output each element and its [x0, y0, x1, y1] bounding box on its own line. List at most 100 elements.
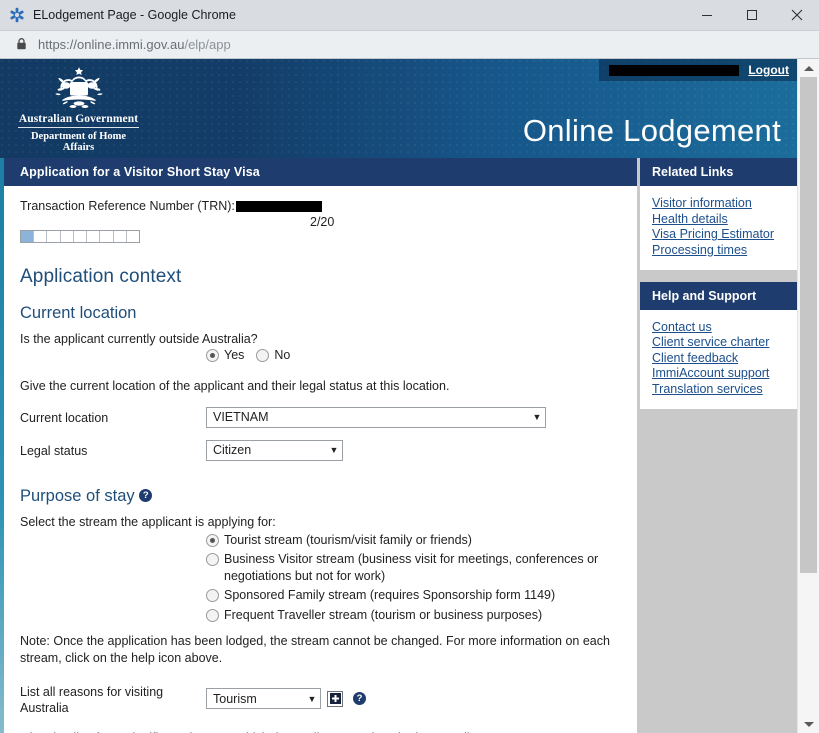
progress-segment — [34, 231, 48, 242]
progress-row: 2/20 — [20, 215, 621, 244]
chevron-down-icon: ▼ — [532, 412, 542, 423]
window-title: ELodgement Page - Google Chrome — [33, 8, 236, 22]
radio-yes[interactable] — [206, 348, 219, 362]
page-scrollbar[interactable] — [797, 59, 819, 733]
radio-tourist-stream[interactable] — [206, 533, 219, 547]
panel-spacer — [637, 270, 797, 282]
sidebar-link-client-service-charter[interactable]: Client service charter — [652, 335, 797, 350]
progress-segment — [47, 231, 61, 242]
maximize-button[interactable] — [729, 0, 774, 30]
url-origin: https://online.immi.gov.au — [38, 37, 185, 52]
scrollbar-thumb[interactable] — [800, 77, 817, 573]
page-title: Application for a Visitor Short Stay Vis… — [4, 158, 637, 186]
sidebar-link-health-details[interactable]: Health details — [652, 212, 797, 227]
panel-title: Related Links — [640, 158, 797, 186]
chevron-down-icon: ▼ — [329, 445, 339, 456]
coat-of-arms-icon — [55, 67, 102, 108]
main-column: Application for a Visitor Short Stay Vis… — [4, 158, 637, 733]
progress-segment — [87, 231, 101, 242]
stream-option-sponsored-family[interactable]: Sponsored Family stream (requires Sponso… — [20, 587, 621, 604]
australian-government-crest: Australian Government Department of Home… — [16, 65, 141, 153]
sidebar: Related Links Visitor information Health… — [637, 158, 797, 409]
page-viewport: Australian Government Department of Home… — [0, 59, 819, 733]
chevron-down-icon — [803, 721, 814, 727]
sidebar-link-visitor-information[interactable]: Visitor information — [652, 196, 797, 211]
logout-link[interactable]: Logout — [748, 63, 789, 77]
current-location-field: Current location VIETNAM ▼ — [20, 406, 621, 428]
purpose-of-stay-label: Purpose of stay — [20, 486, 135, 505]
sidebar-link-processing-times[interactable]: Processing times — [652, 243, 797, 258]
chevron-down-icon: ▼ — [307, 693, 317, 704]
site-banner: Australian Government Department of Home… — [0, 59, 797, 158]
radio-no[interactable] — [256, 348, 270, 362]
browser-titlebar: ELodgement Page - Google Chrome — [0, 0, 819, 31]
progress-bar — [20, 230, 140, 243]
progress-segment — [100, 231, 114, 242]
stream-note: Note: Once the application has been lodg… — [20, 634, 610, 666]
sidebar-link-client-feedback[interactable]: Client feedback — [652, 351, 797, 366]
sidebar-link-contact-us[interactable]: Contact us — [652, 320, 797, 335]
progress-segment — [127, 231, 139, 242]
sidebar-link-immiaccount-support[interactable]: ImmiAccount support — [652, 366, 797, 381]
section-heading-application-context: Application context — [20, 266, 182, 287]
progress-segment — [61, 231, 74, 242]
radio-no-label: No — [274, 348, 291, 362]
radio-yes-label: Yes — [224, 348, 245, 362]
subsection-heading-purpose-of-stay: Purpose of stay ? — [20, 487, 621, 506]
radio-frequent-traveller-stream[interactable] — [206, 608, 219, 622]
crest-line-1: Australian Government — [18, 113, 139, 128]
stream-option-label: Frequent Traveller stream (tourism or bu… — [224, 607, 543, 622]
stream-option-business-visitor[interactable]: Business Visitor stream (business visit … — [20, 551, 621, 584]
scrollbar-down-button[interactable] — [798, 715, 819, 733]
stream-prompt: Select the stream the applicant is apply… — [20, 514, 276, 529]
stream-option-label: Business Visitor stream (business visit … — [224, 552, 599, 583]
stream-option-label: Tourist stream (tourism/visit family or … — [224, 532, 472, 547]
page-content: Australian Government Department of Home… — [0, 59, 797, 733]
radio-sponsored-family-stream[interactable] — [206, 589, 219, 603]
subsection-heading-current-location: Current location — [20, 304, 137, 322]
progress-count: 2/20 — [310, 215, 335, 229]
address-bar[interactable]: https://online.immi.gov.au/elp/app — [0, 31, 819, 59]
reasons-field: List all reasons for visiting Australia … — [20, 681, 621, 717]
site-title: Online Lodgement — [522, 113, 781, 148]
window-controls — [684, 0, 819, 30]
url-text: https://online.immi.gov.au/elp/app — [38, 37, 231, 52]
panel-links: Contact us Client service charter Client… — [640, 310, 797, 409]
minimize-button[interactable] — [684, 0, 729, 30]
reasons-select[interactable]: Tourism ▼ — [206, 688, 321, 710]
panel-related-links: Related Links Visitor information Health… — [640, 158, 797, 270]
outside-australia-radio-group: Yes No — [20, 348, 621, 362]
trn-value-redacted — [235, 200, 322, 212]
stream-option-tourist[interactable]: Tourist stream (tourism/visit family or … — [20, 532, 621, 549]
stream-option-frequent-traveller[interactable]: Frequent Traveller stream (tourism or bu… — [20, 607, 621, 624]
reasons-controls: Tourism ▼ ? — [206, 688, 366, 710]
current-location-label: Current location — [20, 410, 109, 425]
radio-business-visitor-stream[interactable] — [206, 553, 219, 567]
url-path: /elp/app — [184, 37, 231, 52]
username-redacted — [609, 64, 740, 76]
outside-australia-question: Is the applicant currently outside Austr… — [20, 332, 258, 346]
scrollbar-up-button[interactable] — [798, 59, 819, 77]
browser-window: ELodgement Page - Google Chrome https://… — [0, 0, 819, 733]
progress-segment — [74, 231, 88, 242]
current-location-value: VIETNAM — [213, 410, 269, 425]
legal-status-select[interactable]: Citizen ▼ — [206, 439, 343, 461]
reasons-value: Tourism — [213, 691, 257, 706]
panel-title: Help and Support — [640, 281, 797, 310]
close-button[interactable] — [774, 0, 819, 30]
stream-option-label: Sponsored Family stream (requires Sponso… — [224, 588, 556, 603]
legal-status-field: Legal status Citizen ▼ — [20, 439, 621, 461]
trn-label: Transaction Reference Number (TRN): — [20, 199, 235, 213]
sidebar-link-translation-services[interactable]: Translation services — [652, 382, 797, 397]
sidebar-link-visa-pricing-estimator[interactable]: Visa Pricing Estimator — [652, 227, 797, 242]
legal-status-value: Citizen — [213, 443, 252, 458]
help-icon[interactable]: ? — [353, 692, 366, 706]
gear-icon — [9, 7, 25, 23]
add-reason-button[interactable] — [327, 690, 343, 707]
location-instruction: Give the current location of the applica… — [20, 379, 450, 393]
plus-icon — [329, 693, 341, 705]
stream-radio-group: Tourist stream (tourism/visit family or … — [20, 532, 621, 624]
current-location-select[interactable]: VIETNAM ▼ — [206, 406, 546, 428]
help-icon[interactable]: ? — [139, 489, 153, 503]
form-content: Transaction Reference Number (TRN): 2/20 — [4, 186, 637, 733]
